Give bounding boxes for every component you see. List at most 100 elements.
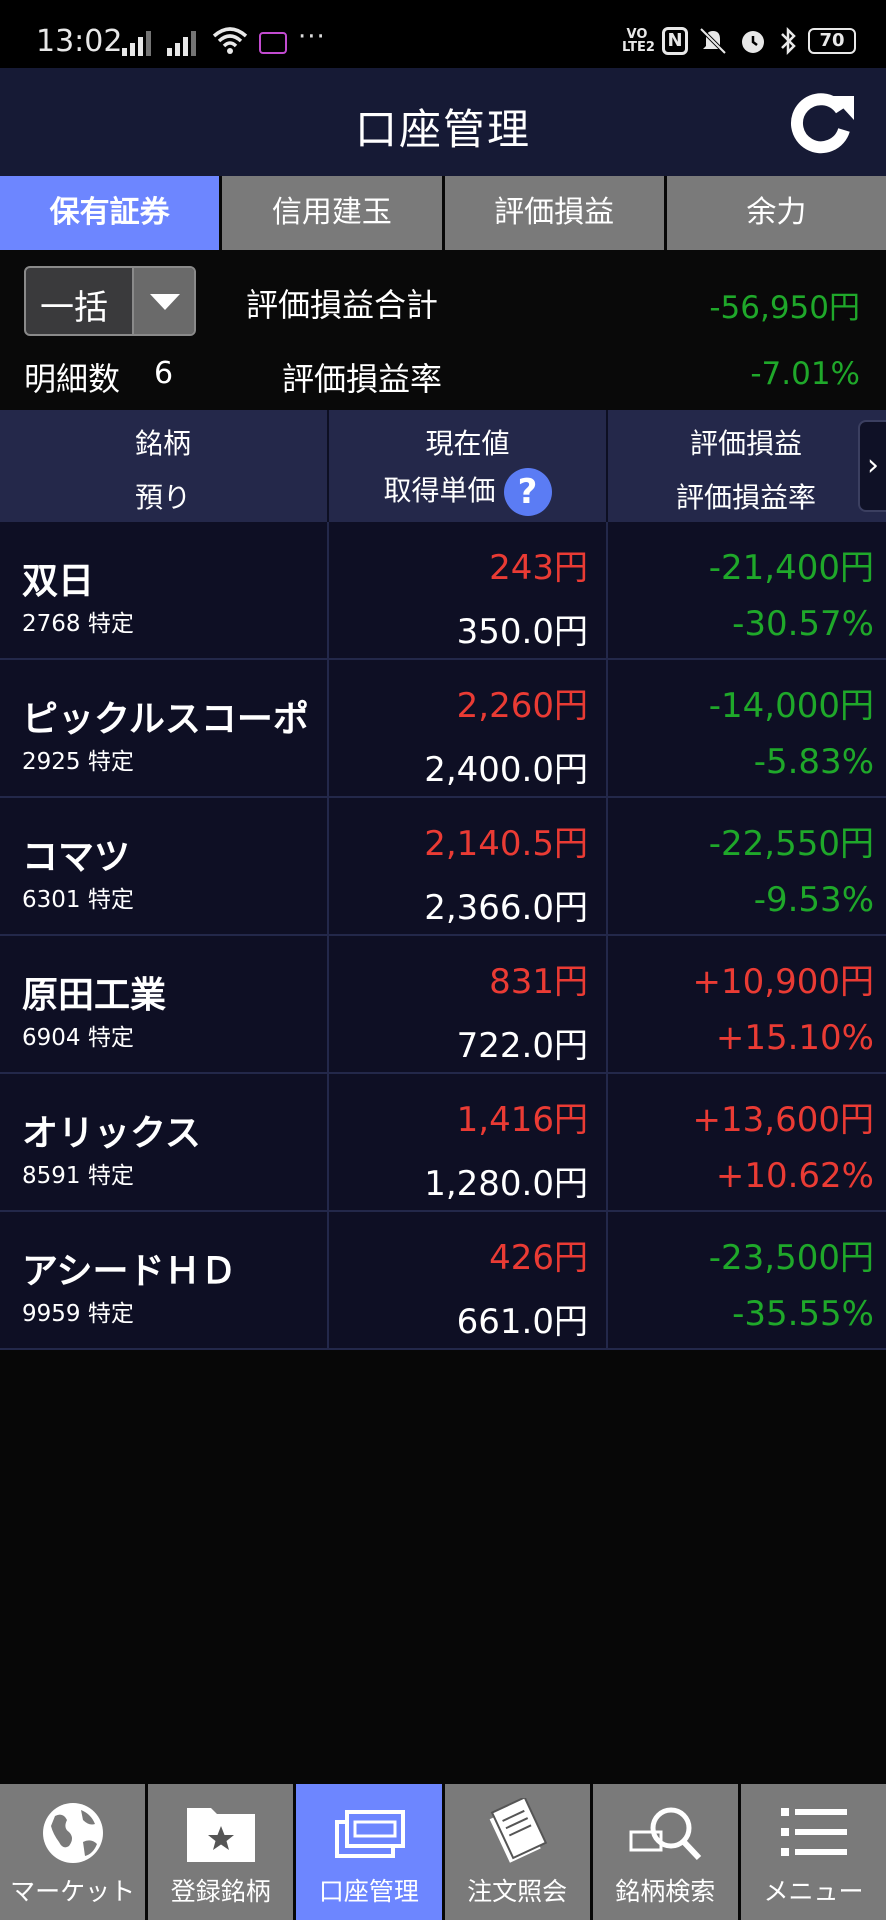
- alarm-icon: [742, 31, 764, 53]
- column-header-current-price: 現在値: [425, 427, 510, 460]
- column-header-pl-rate: 評価損益率: [675, 481, 816, 514]
- tab-margin-positions[interactable]: 信用建玉: [222, 176, 442, 250]
- refresh-icon[interactable]: [786, 88, 856, 158]
- holding-name: アシードＨＤ: [22, 1251, 237, 1292]
- holding-code: 2925 特定: [22, 749, 134, 775]
- current-price: 831円: [489, 962, 588, 1002]
- chevron-right-icon[interactable]: ›: [858, 420, 886, 512]
- total-pl-value: -56,950円: [709, 290, 860, 326]
- column-divider: [606, 522, 608, 660]
- acquisition-cost: 2,366.0円: [424, 888, 588, 928]
- menu-icon: [781, 1808, 848, 1856]
- star-folder-icon: [186, 1808, 255, 1862]
- holding-code: 8591 特定: [22, 1163, 134, 1189]
- bluetooth-icon: [781, 26, 796, 56]
- acquisition-cost: 350.0円: [456, 612, 588, 652]
- globe-icon: [42, 1803, 103, 1863]
- column-header-pl: 評価損益: [689, 427, 802, 460]
- table-row[interactable]: 原田工業 6904 特定 831円 722.0円 +10,900円 +15.10…: [0, 936, 886, 1074]
- table-row[interactable]: オリックス 8591 特定 1,416円 1,280.0円 +13,600円 +…: [0, 1074, 886, 1212]
- current-price: 243円: [489, 548, 588, 588]
- table-header: 銘柄 預り 現在値 取得単価? 評価損益 評価損益率 ›: [0, 410, 886, 522]
- table-row[interactable]: アシードＨＤ 9959 特定 426円 661.0円 -23,500円 -35.…: [0, 1212, 886, 1350]
- total-rate-value: -7.01%: [750, 356, 860, 392]
- column-divider: [327, 660, 329, 798]
- profit-loss-rate: -35.55%: [732, 1294, 874, 1334]
- nav-label: 注文照会: [467, 1877, 568, 1906]
- account-type-select[interactable]: 一括: [24, 266, 196, 336]
- documents-icon: [487, 1798, 548, 1866]
- holding-name: オリックス: [22, 1113, 201, 1154]
- mute-icon: [699, 27, 727, 55]
- help-icon[interactable]: ?: [503, 468, 552, 516]
- holding-name: 原田工業: [22, 975, 167, 1016]
- account-icon: [334, 1810, 405, 1858]
- signal-icons: [122, 26, 196, 56]
- profit-loss-rate: -9.53%: [753, 880, 874, 920]
- acquisition-cost: 722.0円: [456, 1026, 588, 1066]
- profit-loss: -22,550円: [708, 824, 874, 864]
- holdings-list: 双日 2768 特定 243円 350.0円 -21,400円 -30.57% …: [0, 522, 886, 1350]
- nav-menu[interactable]: メニュー: [740, 1784, 886, 1920]
- item-count-label: 明細数: [24, 360, 121, 398]
- more-notifications-icon: ···: [298, 22, 326, 52]
- nav-account[interactable]: 口座管理: [296, 1784, 442, 1920]
- column-divider: [327, 798, 329, 936]
- table-row[interactable]: ピックルスコーポ 2925 特定 2,260円 2,400.0円 -14,000…: [0, 660, 886, 798]
- holding-code: 9959 特定: [22, 1301, 134, 1327]
- column-divider: [606, 1212, 608, 1350]
- column-divider: [327, 1212, 329, 1350]
- total-pl-label: 評価損益合計: [246, 286, 439, 324]
- holding-code: 6904 特定: [22, 1025, 134, 1051]
- summary-panel: 一括 評価損益合計 -56,950円 明細数 6 評価損益率 -7.01%: [0, 250, 886, 410]
- app-header: 口座管理: [0, 68, 886, 176]
- nav-symbol-search[interactable]: 銘柄検索: [592, 1784, 738, 1920]
- column-header-symbol: 銘柄: [134, 427, 191, 460]
- wifi-icon: [212, 27, 248, 54]
- profit-loss: -21,400円: [708, 548, 874, 588]
- profit-loss-rate: +15.10%: [715, 1018, 874, 1058]
- tab-profit-loss[interactable]: 評価損益: [444, 176, 664, 250]
- holding-name: ピックルスコーポ: [22, 699, 309, 740]
- battery-icon: 70: [808, 28, 856, 54]
- bottom-nav: マーケット 登録銘柄 口座管理 注文照会 銘柄検索 メニュー: [0, 1784, 886, 1920]
- current-price: 2,140.5円: [424, 824, 588, 864]
- current-price: 2,260円: [456, 686, 588, 726]
- status-bar: 13:02 ··· VO LTE2 N 70: [0, 0, 886, 68]
- column-divider: [606, 936, 608, 1074]
- item-count-value: 6: [154, 356, 174, 391]
- acquisition-cost: 661.0円: [456, 1302, 588, 1342]
- nav-market[interactable]: マーケット: [0, 1784, 146, 1920]
- status-time: 13:02: [36, 24, 123, 59]
- column-header-cost: 取得単価?: [329, 468, 606, 516]
- column-divider: [606, 660, 608, 798]
- acquisition-cost: 1,280.0円: [424, 1164, 588, 1204]
- account-type-value: 一括: [40, 288, 108, 328]
- table-row[interactable]: 双日 2768 特定 243円 350.0円 -21,400円 -30.57%: [0, 522, 886, 660]
- holding-name: 双日: [22, 561, 95, 602]
- chevron-down-icon[interactable]: [132, 268, 194, 334]
- nav-watchlist[interactable]: 登録銘柄: [148, 1784, 294, 1920]
- signal-strength-icon: [122, 30, 151, 56]
- tab-holdings[interactable]: 保有証券: [0, 176, 220, 250]
- tab-buying-power[interactable]: 余力: [666, 176, 886, 250]
- profit-loss: -14,000円: [708, 686, 874, 726]
- column-divider: [327, 1074, 329, 1212]
- search-icon: [629, 1807, 702, 1861]
- holding-name: コマツ: [22, 837, 131, 878]
- column-divider: [606, 1074, 608, 1212]
- nav-label: マーケット: [10, 1877, 136, 1906]
- profit-loss-rate: +10.62%: [715, 1156, 874, 1196]
- column-divider: [606, 798, 608, 936]
- column-divider: [327, 522, 329, 660]
- nav-orders[interactable]: 注文照会: [444, 1784, 590, 1920]
- current-price: 426円: [489, 1238, 588, 1278]
- holding-code: 6301 特定: [22, 887, 134, 913]
- app-notification-icon: [259, 32, 287, 54]
- column-header-custody: 預り: [134, 481, 191, 514]
- nav-label: 銘柄検索: [615, 1877, 716, 1906]
- table-row[interactable]: コマツ 6301 特定 2,140.5円 2,366.0円 -22,550円 -…: [0, 798, 886, 936]
- profit-loss-rate: -30.57%: [732, 604, 874, 644]
- nav-label: 登録銘柄: [170, 1877, 271, 1906]
- column-header-cost-label: 取得単価: [383, 474, 496, 507]
